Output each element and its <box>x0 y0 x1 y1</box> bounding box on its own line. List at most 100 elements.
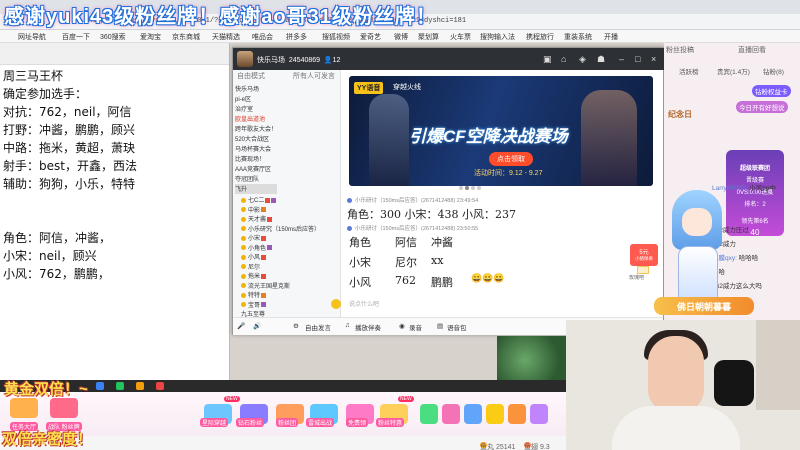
app-icon[interactable]: ▣ <box>543 54 552 65</box>
tab-diamond-fans[interactable]: 钻粉(8) <box>760 65 787 77</box>
bookmark-item[interactable]: 爱淘宝 <box>140 32 161 42</box>
member-item[interactable]: 小风 <box>241 252 339 262</box>
bookmark-item[interactable]: 网址导航 <box>18 32 46 42</box>
channel-item[interactable]: 比赛现场！ <box>235 154 277 164</box>
music-icon[interactable]: ♫ <box>345 322 350 329</box>
mode-label[interactable]: 自由模式 <box>237 71 265 81</box>
speak-permission[interactable]: 所有人可发言 <box>293 71 335 81</box>
channel-item[interactable]: 夺冠团队 <box>235 174 277 184</box>
tab-active-rank[interactable]: 活跃榜 <box>676 65 702 77</box>
replay-link[interactable]: 直播回看 <box>738 45 766 55</box>
team-badge-icon[interactable] <box>50 398 78 418</box>
gift-label[interactable]: 雷城出战 <box>306 418 335 427</box>
record-button[interactable]: 录音 <box>409 322 422 332</box>
channel-item[interactable]: 跨年歌友大会！ <box>235 124 277 134</box>
member-item[interactable]: 流光王国星克斯 <box>241 281 339 291</box>
bookmark-item[interactable]: 重装系统 <box>564 32 592 42</box>
home-icon[interactable]: ⌂ <box>561 54 566 64</box>
member-item[interactable]: 宝哥 <box>241 300 339 310</box>
chat-input[interactable]: 说点什么吧 <box>349 299 379 308</box>
maximize-icon[interactable]: □ <box>635 54 640 64</box>
bookmark-item[interactable]: 天猫精选 <box>212 32 240 42</box>
taskbar-app-icon[interactable] <box>156 382 164 390</box>
banner-pagination[interactable] <box>459 182 483 192</box>
channel-item[interactable]: 马场杯赛大会 <box>235 144 277 154</box>
accompaniment-button[interactable]: 播放伴奏 <box>355 322 381 332</box>
gift-label[interactable]: 免费领 <box>346 418 369 427</box>
yy-voice-window[interactable]: 快乐马场 24540869 👤12 ▣ ⌂ ◈ ☗ – □ × 自由模式 所有人… <box>232 47 665 335</box>
channel-avatar[interactable] <box>237 51 253 67</box>
channel-item[interactable]: 快乐马场 <box>235 84 277 94</box>
controller-icon[interactable]: ☗ <box>597 54 605 65</box>
gift-item[interactable] <box>508 404 526 424</box>
member-item[interactable]: 天才酱 <box>241 214 339 224</box>
taskbar-app-icon[interactable] <box>96 382 104 390</box>
member-item[interactable]: 中影 <box>241 205 339 215</box>
mic-icon[interactable]: 🎤 <box>237 322 245 330</box>
taskbar-app-icon[interactable] <box>116 382 124 390</box>
bookmark-item[interactable]: 开播 <box>604 32 618 42</box>
gift-label[interactable]: 钻石粉丝 <box>236 418 265 427</box>
gift-item[interactable] <box>486 404 504 424</box>
channel-item[interactable]: AAA竞赛厅区 <box>235 164 277 174</box>
gift-item[interactable] <box>464 404 482 424</box>
minimize-icon[interactable]: – <box>619 54 624 64</box>
gift-label[interactable]: 星际穿越 <box>200 418 229 427</box>
gift-item[interactable] <box>420 404 438 424</box>
taskbar-app-icon[interactable] <box>136 382 144 390</box>
bookmark-item[interactable]: 唯品会 <box>252 32 273 42</box>
emoji-icon[interactable] <box>331 299 341 309</box>
member-item[interactable]: 小宋 <box>241 233 339 243</box>
tab-vip[interactable]: 贵宾(1.4万) <box>714 65 753 77</box>
channel-item[interactable]: pi-e区 <box>235 94 277 104</box>
fan-submit-link[interactable]: 粉丝投稿 <box>666 45 694 55</box>
record-icon[interactable]: ◉ <box>399 322 405 330</box>
volume-icon[interactable]: 🔊 <box>253 322 261 330</box>
bookmark-item[interactable]: 京东商城 <box>172 32 200 42</box>
channel-item[interactable]: 治疗室 <box>235 104 277 114</box>
free-speak-button[interactable]: 自由发言 <box>305 322 331 332</box>
gift-item[interactable] <box>530 404 548 424</box>
banner-claim-button[interactable]: 点击领取 <box>489 152 533 166</box>
table-cell: 冲酱 <box>431 236 453 249</box>
notepad-text-bottom[interactable]: 角色：阿信，冲酱， 小宋：neil，顾兴 小风：762，鹏鹏， <box>3 229 111 283</box>
task-hall-icon[interactable] <box>10 398 38 418</box>
bookmark-item[interactable]: 百度一下 <box>62 32 90 42</box>
member-item[interactable]: 拖米 <box>241 271 339 281</box>
member-item[interactable]: 小角色 <box>241 243 339 253</box>
notepad-menu[interactable] <box>0 43 229 65</box>
bookmark-item[interactable]: 拼多多 <box>286 32 307 42</box>
yy-titlebar[interactable]: 快乐马场 24540869 👤12 ▣ ⌂ ◈ ☗ – □ × <box>233 48 665 70</box>
diamond-card-button[interactable]: 钻粉权益卡 <box>752 85 791 97</box>
today-link[interactable]: 今日开有好想说 <box>736 101 788 113</box>
member-item[interactable]: 尼尔 <box>241 262 339 272</box>
bookmark-item[interactable]: 搜狐视频 <box>322 32 350 42</box>
bookmark-item[interactable]: 微博 <box>394 32 408 42</box>
member-item[interactable]: 特特 <box>241 290 339 300</box>
bookmark-item[interactable]: 聚划算 <box>418 32 439 42</box>
bookmark-item[interactable]: 携程旅行 <box>526 32 554 42</box>
game-icon[interactable]: ◈ <box>579 54 586 65</box>
event-banner[interactable]: YY语音 穿越火线 引爆CF空降决战赛场 点击领取 活动时间：9.12 - 9.… <box>349 76 653 186</box>
settings-icon[interactable]: ⚙ <box>293 322 299 330</box>
voice-pack-icon[interactable]: ▤ <box>437 322 443 330</box>
notepad-text-top[interactable]: 周三马王杯 确定参加选手： 对抗：762，neil，阿信 打野：冲酱，鹏鹏，顾兴… <box>3 67 137 193</box>
bookmark-item[interactable]: 搜狗输入法 <box>480 32 515 42</box>
voice-pack-button[interactable]: 语音包 <box>447 322 467 332</box>
gift-label[interactable]: 粉丝团 <box>276 418 299 427</box>
member-item[interactable]: 小乐研究（150ms后应答） <box>241 224 339 234</box>
bookmark-item[interactable]: 火车票 <box>450 32 471 42</box>
channel-item[interactable]: 欧皇出道池 <box>235 114 277 124</box>
gift-box-icon[interactable] <box>637 266 649 274</box>
channel-item[interactable]: 520大合战区 <box>235 134 277 144</box>
bookmark-item[interactable]: 爱奇艺 <box>360 32 381 42</box>
birthday-banner[interactable]: 佛日朝朝暮暮 <box>654 297 754 315</box>
notepad-window[interactable]: 周三马王杯 确定参加选手： 对抗：762，neil，阿信 打野：冲酱，鹏鹏，顾兴… <box>0 43 230 383</box>
gift-item[interactable] <box>442 404 460 424</box>
member-item[interactable]: 七C二 <box>241 195 339 205</box>
gift-button[interactable]: 5元 小猪佩奇 <box>630 244 658 266</box>
channel-item-selected[interactable]: 飞升 <box>235 184 278 194</box>
gift-label[interactable]: 粉丝特惠 <box>376 418 405 427</box>
close-icon[interactable]: × <box>651 54 656 64</box>
bookmark-item[interactable]: 360搜索 <box>100 32 126 42</box>
